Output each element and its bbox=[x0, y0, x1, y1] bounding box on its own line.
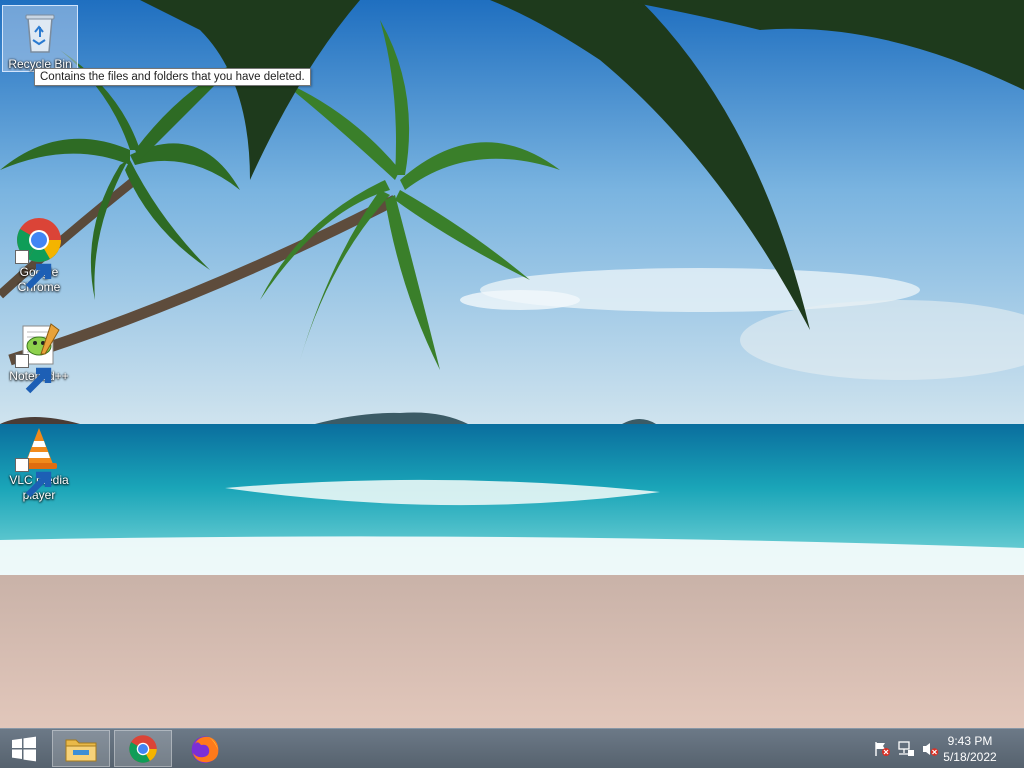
network-icon[interactable] bbox=[897, 741, 915, 757]
recycle-bin-tooltip: Contains the files and folders that you … bbox=[34, 68, 311, 86]
taskbar-google-chrome[interactable] bbox=[114, 730, 172, 767]
firefox-icon bbox=[191, 735, 219, 763]
notepadpp-icon bbox=[15, 320, 63, 394]
desktop-wallpaper bbox=[0, 0, 1024, 728]
recycle-bin-icon bbox=[16, 8, 64, 56]
windows-logo-icon bbox=[12, 736, 36, 761]
taskbar-firefox[interactable] bbox=[176, 730, 234, 767]
chrome-icon bbox=[129, 734, 157, 763]
file-explorer-icon bbox=[65, 739, 97, 761]
taskbar: 9:43 PM 5/18/2022 bbox=[0, 728, 1024, 768]
vlc-icon bbox=[15, 424, 63, 498]
clock-time: 9:43 PM bbox=[947, 734, 993, 748]
taskbar-clock[interactable]: 9:43 PM 5/18/2022 bbox=[930, 733, 1010, 765]
desktop-icon-google-chrome[interactable]: Google Chrome bbox=[1, 214, 77, 295]
desktop-icon-vlc[interactable]: VLC media player bbox=[1, 422, 77, 503]
chrome-icon bbox=[15, 216, 63, 290]
shortcut-arrow-icon bbox=[15, 354, 52, 394]
start-button[interactable] bbox=[0, 730, 48, 767]
clock-date: 5/18/2022 bbox=[943, 750, 997, 764]
desktop-icon-recycle-bin[interactable]: Recycle Bin bbox=[2, 5, 78, 72]
desktop-icon-notepadpp[interactable]: Notepad++ bbox=[1, 318, 77, 394]
action-center-flag-icon[interactable] bbox=[873, 741, 891, 757]
taskbar-file-explorer[interactable] bbox=[52, 730, 110, 767]
shortcut-arrow-icon bbox=[15, 458, 52, 498]
shortcut-arrow-icon bbox=[15, 250, 52, 290]
